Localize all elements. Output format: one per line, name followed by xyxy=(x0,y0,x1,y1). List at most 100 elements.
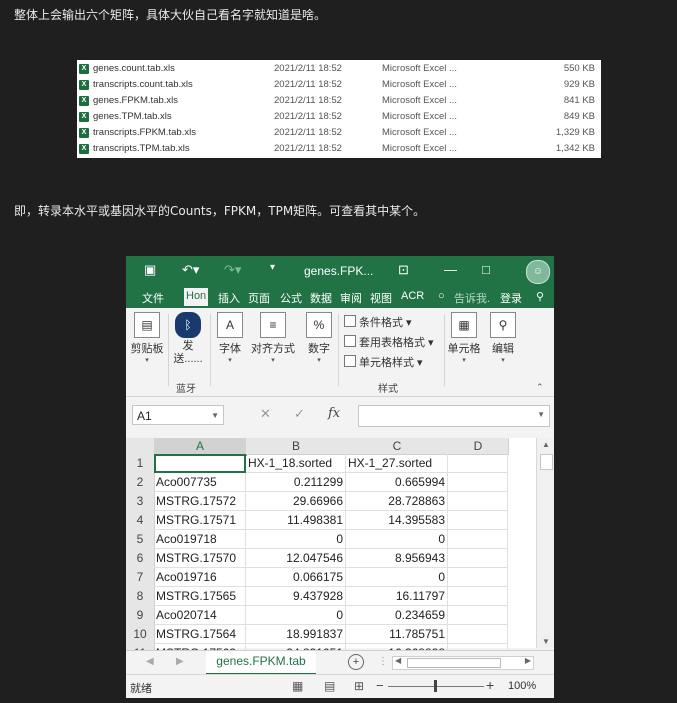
cell-c[interactable]: 11.785751 xyxy=(346,625,448,644)
row-header[interactable]: 5 xyxy=(126,530,155,550)
tab-acrobat[interactable]: ACR xyxy=(401,290,424,302)
cell-d[interactable] xyxy=(448,530,508,549)
cell-b[interactable]: 0.066175 xyxy=(246,568,346,587)
paste-button[interactable]: ▤ 剪贴板 ▾ xyxy=(129,312,165,364)
cell-styles-button[interactable]: 单元格样式 ▾ xyxy=(344,354,423,370)
row-header[interactable]: 10 xyxy=(126,625,155,645)
cancel-icon[interactable]: ✕ xyxy=(260,406,271,422)
maximize-icon[interactable]: □ xyxy=(482,262,490,277)
add-sheet-icon[interactable]: + xyxy=(348,654,364,670)
zoom-in-icon[interactable]: + xyxy=(486,677,494,693)
cell-c[interactable]: 0 xyxy=(346,530,448,549)
sign-in-link[interactable]: 登录 xyxy=(500,290,522,306)
cell-c[interactable]: 8.956943 xyxy=(346,549,448,568)
sheet-prev-icon[interactable]: ◀ xyxy=(146,656,154,667)
cell-c[interactable]: 0 xyxy=(346,568,448,587)
cells-button[interactable]: ▦ 单元格 ▾ xyxy=(446,312,482,364)
cell-c[interactable]: HX-1_27.sorted xyxy=(346,454,448,473)
file-row[interactable]: X genes.TPM.tab.xls 2021/2/11 18:52 Micr… xyxy=(77,109,601,125)
customize-toolbar-icon[interactable]: ▾ xyxy=(270,262,275,273)
row-header[interactable]: 3 xyxy=(126,492,155,512)
vertical-scrollbar[interactable]: ▲ ▼ xyxy=(536,438,554,648)
select-all-corner[interactable] xyxy=(126,438,155,455)
cell-a[interactable] xyxy=(154,454,246,473)
sheet-next-icon[interactable]: ▶ xyxy=(176,656,184,667)
format-as-table-button[interactable]: 套用表格格式 ▾ xyxy=(344,334,434,350)
zoom-out-icon[interactable]: − xyxy=(376,678,384,693)
cell-b[interactable]: 0.211299 xyxy=(246,473,346,492)
cell-b[interactable]: 12.047546 xyxy=(246,549,346,568)
tab-page-layout[interactable]: 页面 xyxy=(248,290,270,306)
cell-a[interactable]: MSTRG.17571 xyxy=(154,511,246,530)
save-icon[interactable]: ▣ xyxy=(144,262,156,278)
file-row[interactable]: X transcripts.FPKM.tab.xls 2021/2/11 18:… xyxy=(77,125,601,141)
tab-insert[interactable]: 插入 xyxy=(218,290,240,306)
scroll-up-icon[interactable]: ▲ xyxy=(542,440,550,449)
cell-a[interactable]: MSTRG.17570 xyxy=(154,549,246,568)
column-header-b[interactable]: B xyxy=(246,438,347,455)
row-header[interactable]: 8 xyxy=(126,587,155,607)
share-icon[interactable]: ⚲ xyxy=(536,290,544,303)
zoom-level[interactable]: 100% xyxy=(508,680,536,692)
column-header-c[interactable]: C xyxy=(346,438,449,455)
cell-a[interactable]: Aco019716 xyxy=(154,568,246,587)
cell-a[interactable]: MSTRG.17572 xyxy=(154,492,246,511)
scroll-right-icon[interactable]: ▶ xyxy=(525,656,531,665)
cell-b[interactable]: 18.991837 xyxy=(246,625,346,644)
formula-input[interactable]: ▼ xyxy=(358,405,550,427)
tab-formulas[interactable]: 公式 xyxy=(280,290,302,306)
cell-d[interactable] xyxy=(448,587,508,606)
cell-b[interactable]: 11.498381 xyxy=(246,511,346,530)
file-row[interactable]: X transcripts.TPM.tab.xls 2021/2/11 18:5… xyxy=(77,141,601,157)
cell-b[interactable]: 9.437928 xyxy=(246,587,346,606)
ribbon-display-icon[interactable]: ⊡ xyxy=(398,262,409,278)
cell-d[interactable] xyxy=(448,568,508,587)
minimize-icon[interactable]: — xyxy=(444,262,457,277)
cell-c[interactable]: 0.234659 xyxy=(346,606,448,625)
conditional-format-button[interactable]: 条件格式 ▾ xyxy=(344,314,412,330)
alignment-button[interactable]: ≡ 对齐方式 ▾ xyxy=(248,312,298,364)
cell-a[interactable]: MSTRG.17564 xyxy=(154,625,246,644)
number-button[interactable]: % 数字 ▾ xyxy=(302,312,336,364)
cell-a[interactable]: MSTRG.17565 xyxy=(154,587,246,606)
row-header[interactable]: 9 xyxy=(126,606,155,626)
undo-icon[interactable]: ↶▾ xyxy=(182,262,199,278)
normal-view-icon[interactable]: ▦ xyxy=(292,679,303,693)
scroll-left-icon[interactable]: ◀ xyxy=(395,656,401,665)
zoom-slider-thumb[interactable] xyxy=(434,680,437,692)
row-header[interactable]: 1 xyxy=(126,454,155,474)
tab-review[interactable]: 审阅 xyxy=(340,290,362,306)
enter-icon[interactable]: ✓ xyxy=(294,406,305,422)
cell-d[interactable] xyxy=(448,606,508,625)
cell-a[interactable]: Aco007735 xyxy=(154,473,246,492)
tab-file[interactable]: 文件 xyxy=(142,290,164,306)
tab-data[interactable]: 数据 xyxy=(310,290,332,306)
cell-d[interactable] xyxy=(448,492,508,511)
cell-d[interactable] xyxy=(448,625,508,644)
row-header[interactable]: 6 xyxy=(126,549,155,569)
horizontal-scrollbar[interactable]: ◀ ▶ xyxy=(392,656,534,670)
cell-a[interactable]: Aco019718 xyxy=(154,530,246,549)
collapse-ribbon-icon[interactable]: ⌃ xyxy=(536,382,544,393)
editing-button[interactable]: ⚲ 编辑 ▾ xyxy=(486,312,520,364)
user-avatar[interactable]: ☺ xyxy=(526,260,550,284)
cell-d[interactable] xyxy=(448,511,508,530)
horizontal-scroll-thumb[interactable] xyxy=(407,658,501,668)
cell-b[interactable]: 0 xyxy=(246,606,346,625)
tell-me-search[interactable]: 告诉我. xyxy=(454,290,490,306)
cell-b[interactable]: 29.66966 xyxy=(246,492,346,511)
tab-view[interactable]: 视图 xyxy=(370,290,392,306)
file-row[interactable]: X genes.count.tab.xls 2021/2/11 18:52 Mi… xyxy=(77,61,601,77)
row-header[interactable]: 4 xyxy=(126,511,155,531)
tab-home[interactable]: Hon xyxy=(184,288,209,306)
cell-b[interactable]: 0 xyxy=(246,530,346,549)
cell-a[interactable]: Aco020714 xyxy=(154,606,246,625)
row-header[interactable]: 7 xyxy=(126,568,155,588)
bluetooth-send-button[interactable]: ᛒ 发送...... xyxy=(170,312,206,366)
cell-d[interactable] xyxy=(448,454,508,473)
page-layout-view-icon[interactable]: ▤ xyxy=(324,679,335,693)
scroll-thumb[interactable] xyxy=(540,454,553,470)
row-header[interactable]: 2 xyxy=(126,473,155,493)
file-row[interactable]: X genes.FPKM.tab.xls 2021/2/11 18:52 Mic… xyxy=(77,93,601,109)
cell-d[interactable] xyxy=(448,473,508,492)
